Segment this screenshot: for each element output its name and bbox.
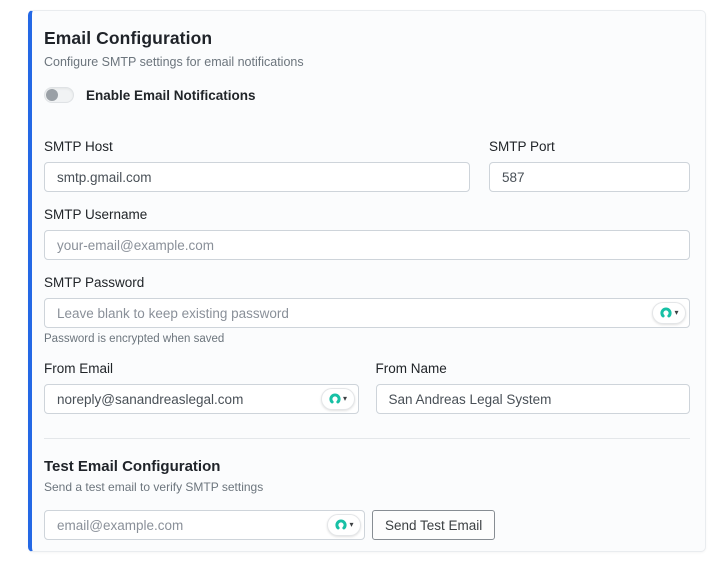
section-divider bbox=[44, 438, 690, 439]
password-row: SMTP Password ▾ Password is encrypted wh… bbox=[44, 274, 690, 346]
email-configuration-card: Email Configuration Configure SMTP setti… bbox=[28, 10, 706, 552]
username-row: SMTP Username bbox=[44, 206, 690, 260]
smtp-host-label: SMTP Host bbox=[44, 139, 113, 154]
password-manager-logo-icon bbox=[329, 393, 341, 404]
from-row: From Email ▾ From Name bbox=[44, 360, 690, 414]
test-email-input[interactable] bbox=[44, 510, 365, 540]
test-section-subtitle: Send a test email to verify SMTP setting… bbox=[44, 480, 264, 494]
smtp-password-input[interactable] bbox=[44, 298, 690, 328]
page-title: Email Configuration bbox=[44, 28, 213, 48]
chevron-down-icon: ▾ bbox=[349, 520, 354, 529]
smtp-host-input[interactable] bbox=[44, 162, 470, 192]
chevron-down-icon: ▾ bbox=[342, 394, 347, 403]
smtp-username-input[interactable] bbox=[44, 230, 690, 260]
from-email-label: From Email bbox=[44, 361, 114, 376]
smtp-username-label: SMTP Username bbox=[44, 207, 148, 222]
toggle-knob bbox=[46, 89, 58, 101]
test-section-title: Test Email Configuration bbox=[44, 458, 221, 475]
enable-email-notifications-toggle[interactable] bbox=[44, 87, 74, 103]
password-manager-logo-icon bbox=[660, 307, 673, 318]
send-test-email-button[interactable]: Send Test Email bbox=[372, 510, 496, 540]
nordpass-autofill-icon[interactable]: ▾ bbox=[320, 388, 355, 410]
nordpass-autofill-icon[interactable]: ▾ bbox=[652, 302, 686, 324]
test-email-row: ▾ Send Test Email bbox=[44, 510, 690, 540]
smtp-password-label: SMTP Password bbox=[44, 275, 145, 290]
from-name-input[interactable] bbox=[375, 384, 690, 414]
smtp-port-label: SMTP Port bbox=[489, 139, 555, 154]
enable-notifications-label: Enable Email Notifications bbox=[86, 87, 256, 103]
smtp-port-input[interactable] bbox=[489, 162, 690, 192]
host-port-row: SMTP Host SMTP Port bbox=[44, 138, 690, 192]
smtp-settings-form: SMTP Host SMTP Port SMTP Username SMTP P… bbox=[44, 138, 690, 414]
from-email-input[interactable] bbox=[44, 384, 359, 414]
enable-notifications-row: Enable Email Notifications bbox=[44, 86, 690, 104]
password-manager-logo-icon bbox=[335, 519, 348, 530]
page-subtitle: Configure SMTP settings for email notifi… bbox=[44, 55, 304, 69]
from-name-label: From Name bbox=[375, 361, 447, 376]
nordpass-autofill-icon[interactable]: ▾ bbox=[327, 514, 361, 536]
password-helper-text: Password is encrypted when saved bbox=[44, 333, 225, 345]
chevron-down-icon: ▾ bbox=[674, 308, 679, 317]
